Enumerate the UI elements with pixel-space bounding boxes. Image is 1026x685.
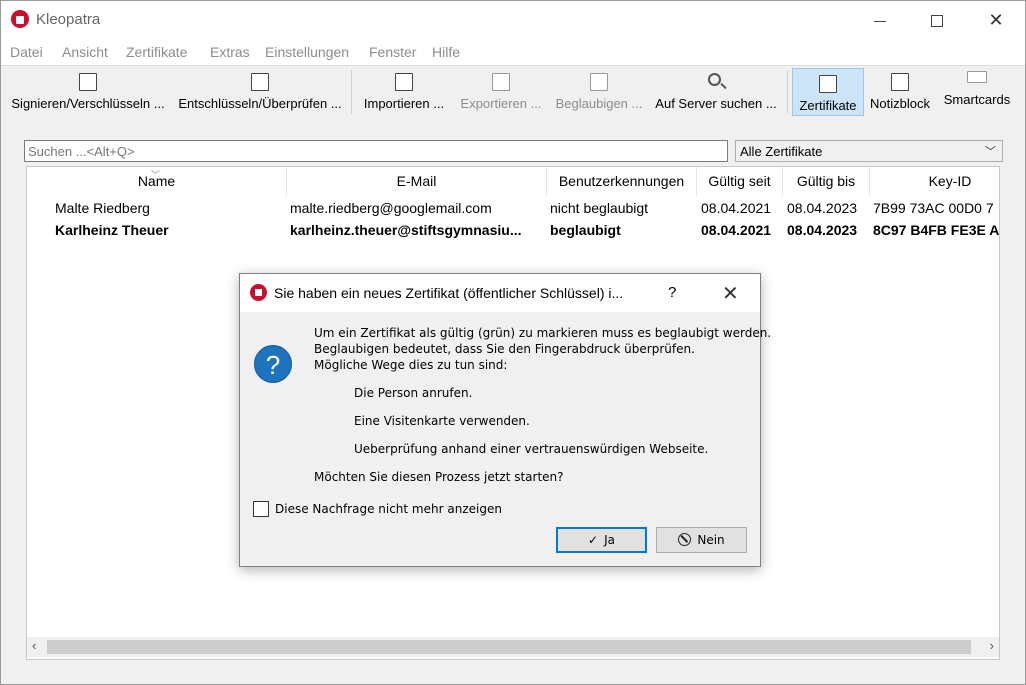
checkmark-icon: ✓ <box>588 533 599 547</box>
menu-datei[interactable]: Datei <box>10 44 43 60</box>
sign-encrypt-icon <box>79 73 97 91</box>
import-icon <box>395 73 413 91</box>
title-bar: Kleopatra ✕ <box>1 1 1025 39</box>
yes-button[interactable]: ✓ Ja <box>556 527 647 553</box>
scroll-left-icon[interactable]: ‹ <box>32 638 36 653</box>
filter-selected-value: Alle Zertifikate <box>740 144 823 159</box>
dialog-message-line: Beglaubigen bedeutet, dass Sie den Finge… <box>314 342 695 356</box>
notepad-button[interactable]: Notizblock <box>867 66 933 118</box>
menu-ansicht[interactable]: Ansicht <box>62 44 108 60</box>
dialog-message-line: Um ein Zertifikat als gültig (grün) zu m… <box>314 326 772 340</box>
certificates-view-button[interactable]: Zertifikate <box>792 68 864 116</box>
smartcards-button[interactable]: Smartcards <box>939 66 1015 118</box>
certify-button[interactable]: Beglaubigen ... <box>552 66 646 118</box>
sort-indicator-icon: ﹀ <box>151 170 161 180</box>
dialog-option-line: Eine Visitenkarte verwenden. <box>354 414 530 428</box>
search-input[interactable]: Suchen ...<Alt+Q> <box>24 140 728 162</box>
dont-ask-again-checkbox[interactable] <box>253 501 269 517</box>
scrollbar-thumb[interactable] <box>47 640 971 654</box>
dialog-option-line: Ueberprüfung anhand einer vertrauenswürd… <box>354 442 709 456</box>
new-certificate-dialog: Sie haben ein neues Zertifikat (öffentli… <box>239 273 771 567</box>
toolbar: Signieren/Verschlüsseln ... Entschlüssel… <box>1 65 1025 117</box>
dialog-title-bar: Sie haben ein neues Zertifikat (öffentli… <box>240 274 760 312</box>
minimize-button[interactable] <box>851 1 909 39</box>
notepad-icon <box>891 73 909 91</box>
horizontal-scrollbar[interactable]: ‹ › <box>27 637 999 657</box>
scroll-right-icon[interactable]: › <box>990 638 994 653</box>
toolbar-separator <box>787 70 788 114</box>
chevron-down-icon: ﹀ <box>985 146 996 158</box>
certificates-icon <box>819 75 837 93</box>
sign-encrypt-button[interactable]: Signieren/Verschlüsseln ... <box>7 66 169 118</box>
column-header-userids[interactable]: Benutzerkennungen <box>547 167 697 196</box>
no-button[interactable]: Nein <box>656 527 747 553</box>
menu-einstellungen[interactable]: Einstellungen <box>265 44 349 60</box>
column-header-name[interactable]: ﹀ Name <box>27 167 287 196</box>
help-button[interactable]: ? <box>668 284 676 301</box>
cancel-icon <box>678 533 692 546</box>
smartcard-icon <box>967 71 987 83</box>
window-title: Kleopatra <box>36 11 101 28</box>
decrypt-verify-button[interactable]: Entschlüsseln/Überprüfen ... <box>175 66 345 118</box>
menu-extras[interactable]: Extras <box>210 44 250 60</box>
export-button[interactable]: Exportieren ... <box>456 66 546 118</box>
server-search-button[interactable]: Auf Server suchen ... <box>652 66 780 118</box>
dialog-option-line: Die Person anrufen. <box>354 386 473 400</box>
column-header-email[interactable]: E-Mail <box>287 167 547 196</box>
maximize-button[interactable] <box>908 1 966 39</box>
column-header-valid-from[interactable]: Gültig seit <box>697 167 783 196</box>
menu-hilfe[interactable]: Hilfe <box>432 44 460 60</box>
export-icon <box>492 73 510 91</box>
dialog-title: Sie haben ein neues Zertifikat (öffentli… <box>274 285 624 301</box>
close-button[interactable]: ✕ <box>967 1 1025 39</box>
column-header-valid-until[interactable]: Gültig bis <box>783 167 870 196</box>
menu-bar: Datei Ansicht Zertifikate Extras Einstel… <box>1 39 1025 65</box>
kleopatra-logo-icon <box>11 10 29 28</box>
menu-zertifikate[interactable]: Zertifikate <box>126 44 187 60</box>
dont-ask-again-label[interactable]: Diese Nachfrage nicht mehr anzeigen <box>275 502 502 516</box>
dialog-message-line: Mögliche Wege dies zu tun sind: <box>314 358 508 372</box>
certificate-filter-select[interactable]: Alle Zertifikate ﹀ <box>735 140 1003 162</box>
decrypt-verify-icon <box>251 73 269 91</box>
menu-fenster[interactable]: Fenster <box>369 44 416 60</box>
certify-icon <box>590 73 608 91</box>
import-button[interactable]: Importieren ... <box>358 66 450 118</box>
toolbar-separator <box>351 70 352 114</box>
maximize-icon <box>931 15 943 28</box>
question-icon: ? <box>254 345 292 383</box>
dialog-close-button[interactable]: ✕ <box>722 281 739 306</box>
main-window: Kleopatra ✕ Datei Ansicht Zertifikate Ex… <box>0 0 1026 685</box>
dialog-question-line: Möchten Sie diesen Prozess jetzt starten… <box>314 470 564 484</box>
kleopatra-logo-icon <box>250 284 267 301</box>
column-header-key-id[interactable]: Key-ID <box>870 167 999 196</box>
minimize-icon <box>874 20 886 22</box>
search-icon <box>708 73 721 86</box>
